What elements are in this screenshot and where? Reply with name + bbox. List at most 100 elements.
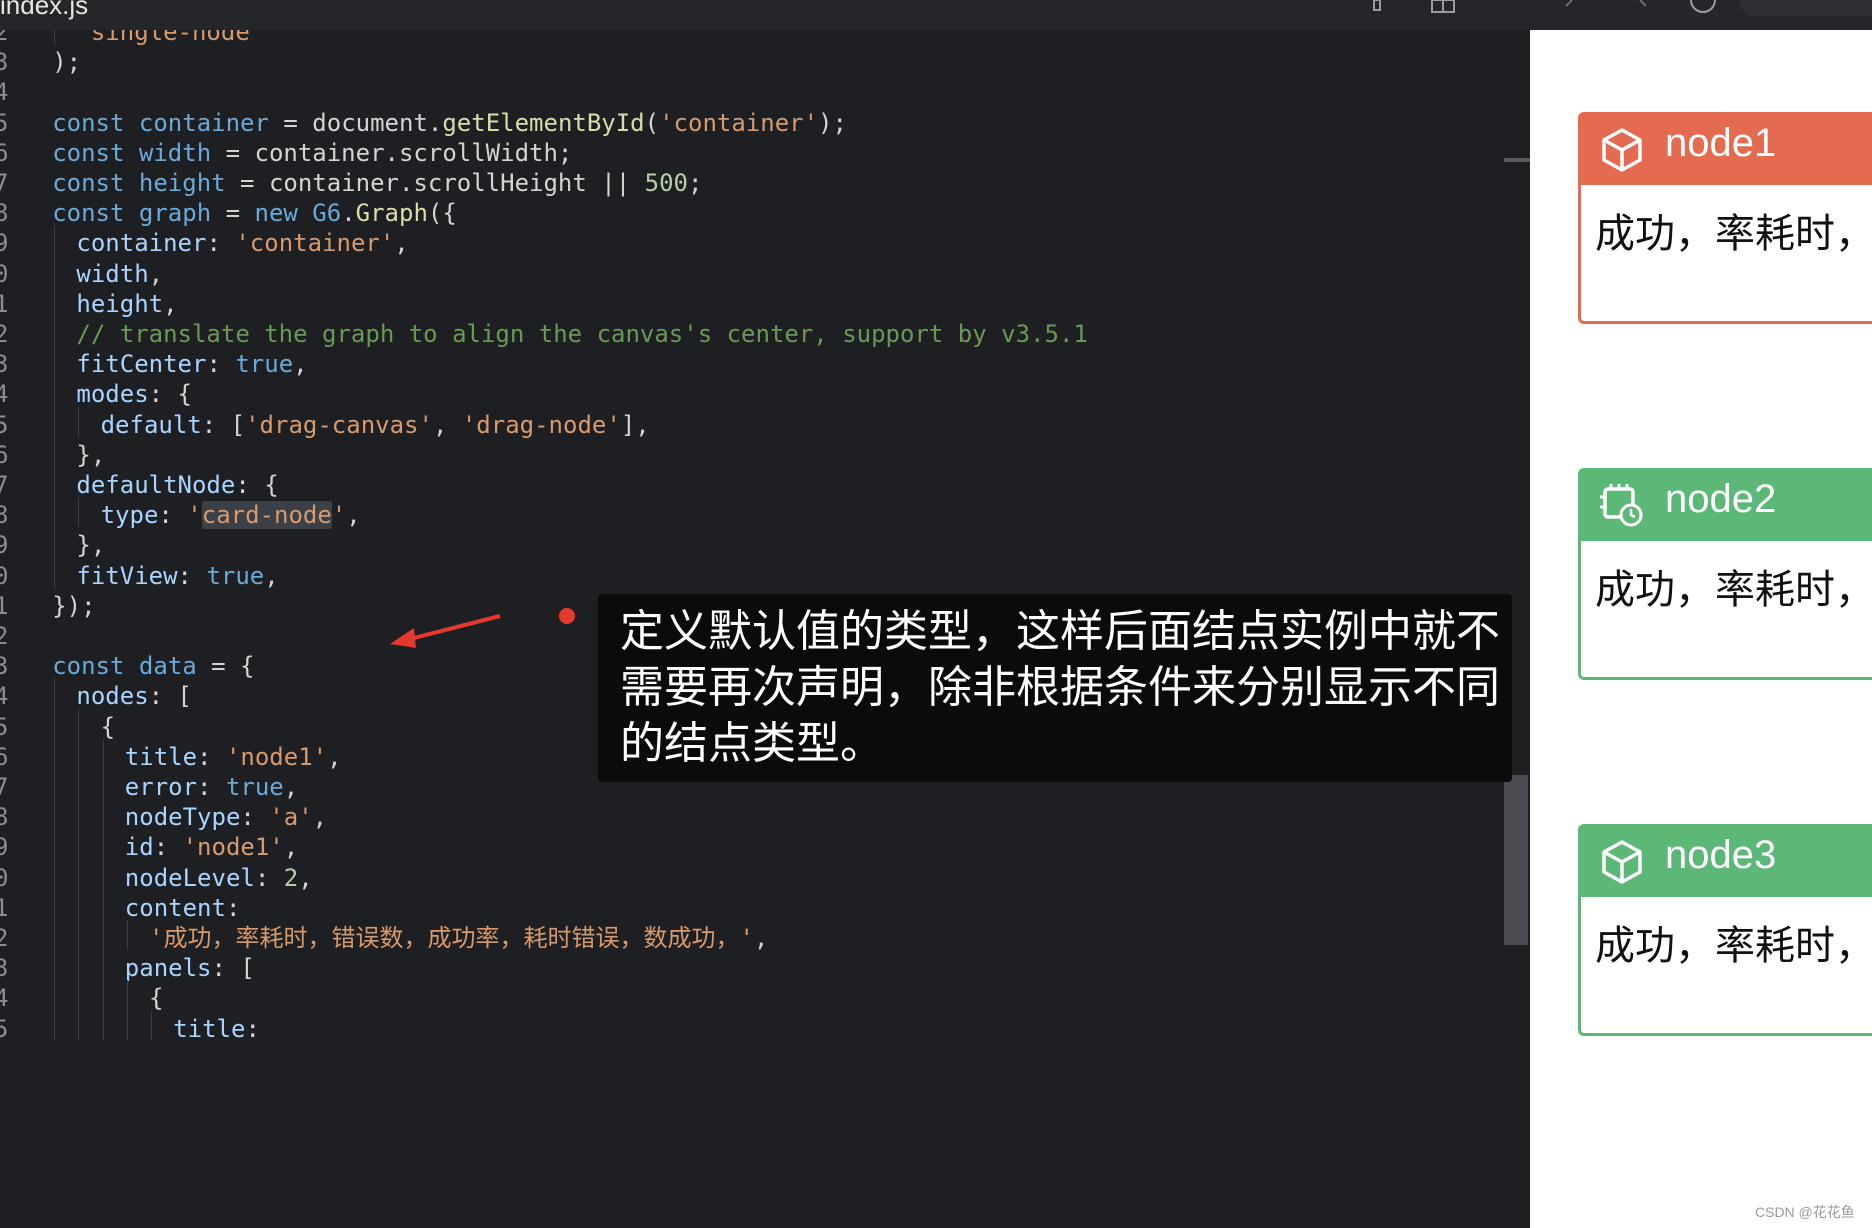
code-token: :	[177, 561, 207, 590]
code-token: height	[76, 289, 164, 318]
indent-guide	[126, 980, 128, 1011]
code-token: 'single-node'	[76, 30, 265, 46]
indent-guide	[54, 799, 56, 830]
watermark: CSDN @花花鱼	[1755, 1204, 1855, 1220]
code-token: :	[254, 863, 284, 892]
code-token: width	[76, 259, 149, 288]
code-token: content	[124, 893, 226, 922]
indent-guide	[54, 769, 56, 800]
code-token: const	[52, 199, 139, 228]
indent-guide	[54, 708, 56, 739]
node-card[interactable]: node2 成功，率耗时，	[1578, 468, 1872, 680]
refresh-icon[interactable]	[1688, 0, 1718, 14]
node-card[interactable]: node3 成功，率耗时，	[1578, 824, 1872, 1036]
code-token: 500	[644, 169, 688, 197]
graph-preview[interactable]: node1 成功，率耗时， node2 成功，率耗时， node3 成功，率耗时，	[1530, 30, 1872, 1228]
code-line[interactable]: panels: [	[125, 950, 255, 986]
code-token: nodeLevel	[124, 863, 255, 892]
indent-guide	[54, 436, 56, 467]
code-token: );	[52, 48, 82, 77]
cube-icon	[1602, 840, 1642, 884]
scrollbar-thumb[interactable]	[1504, 775, 1528, 945]
code-token: card-node	[201, 501, 332, 530]
code-line[interactable]: });	[52, 588, 95, 624]
indent-guide	[102, 799, 104, 830]
indent-guide	[126, 1010, 128, 1041]
code-token: ,	[394, 229, 409, 258]
code-token: container	[76, 229, 207, 258]
indent-guide	[78, 950, 80, 981]
indent-guide	[78, 859, 80, 890]
code-token: ,	[264, 561, 279, 590]
toolbar-pill[interactable]	[1740, 0, 1872, 16]
code-line[interactable]: 'single-node'	[76, 30, 264, 50]
code-token: :	[240, 803, 270, 832]
code-line[interactable]: title:	[173, 1011, 260, 1047]
code-token: document.	[312, 108, 443, 137]
indent-guide	[54, 346, 56, 377]
indent-guide	[78, 920, 80, 951]
annotation-text: 定义默认值的类型，这样后面结点实例中就不需要再次声明，除非根据条件来分别显示不同…	[620, 606, 1500, 769]
indent-guide	[151, 1010, 152, 1041]
code-token: = {	[196, 652, 255, 681]
code-token: 'a'	[269, 803, 313, 832]
indent-guide	[78, 497, 80, 528]
code-token: title	[173, 1014, 246, 1043]
code-token: modes	[76, 380, 149, 409]
indent-guide	[54, 376, 56, 407]
node-card-title: node2	[1665, 477, 1777, 521]
cube-icon	[1602, 128, 1642, 172]
code-token: ,	[298, 863, 313, 892]
code-token: height	[138, 169, 226, 197]
indent-guide	[54, 950, 56, 981]
code-token: :	[206, 350, 236, 379]
code-line[interactable]: type: 'card-node',	[101, 497, 361, 533]
forward-icon[interactable]	[1636, 0, 1650, 14]
indent-guide	[54, 225, 56, 256]
back-icon[interactable]	[1562, 0, 1576, 14]
code-token: 'container'	[659, 108, 819, 137]
node-card-content: 成功，率耗时，	[1595, 923, 1872, 969]
code-token: =	[268, 108, 313, 137]
indent-guide	[102, 859, 104, 890]
annotation-dot	[559, 608, 575, 624]
node-card-title: node1	[1665, 121, 1777, 165]
indent-guide	[54, 1010, 56, 1041]
code-line[interactable]: );	[52, 44, 81, 80]
indent-guide	[78, 738, 80, 769]
file-icon[interactable]	[1372, 0, 1382, 14]
code-token: fitView	[76, 561, 178, 590]
node-card[interactable]: node1 成功，率耗时，	[1578, 112, 1872, 324]
code-line[interactable]: nodes: [	[76, 678, 192, 714]
split-editor-icon[interactable]	[1430, 0, 1456, 14]
indent-guide	[102, 920, 104, 951]
node-card-content: 成功，率耗时，	[1595, 211, 1872, 257]
code-token: 'node1'	[225, 742, 328, 771]
indent-guide	[54, 255, 56, 286]
code-token: default	[100, 410, 202, 439]
indent-guide	[78, 708, 80, 739]
editor-tab-bar: index.js	[0, 0, 1872, 31]
code-editor[interactable]: 2345678901234567890123456789012345 'sing…	[0, 30, 1530, 1228]
code-token: fitCenter	[76, 350, 207, 379]
indent-guide	[54, 406, 56, 437]
code-token: 'container'	[235, 229, 395, 258]
indent-guide	[54, 920, 56, 951]
code-token: '	[331, 501, 347, 530]
code-token: : [	[201, 410, 246, 439]
node-card-content: 成功，率耗时，	[1595, 567, 1872, 613]
code-token: ,	[346, 501, 361, 530]
code-token: : [	[211, 954, 255, 983]
indent-guide	[54, 829, 56, 860]
indent-guide	[102, 769, 104, 800]
code-token: : [	[148, 682, 192, 711]
code-token: :	[206, 229, 236, 258]
code-line[interactable]: default: ['drag-canvas', 'drag-node'],	[101, 407, 650, 443]
indent-guide	[102, 738, 104, 769]
code-token: = container.scrollHeight ||	[225, 169, 645, 197]
code-token: :	[197, 742, 226, 771]
code-line[interactable]: fitView: true,	[76, 558, 278, 594]
indent-guide	[78, 799, 80, 830]
file-tab[interactable]: index.js	[0, 0, 88, 21]
code-token: ({	[427, 199, 457, 228]
